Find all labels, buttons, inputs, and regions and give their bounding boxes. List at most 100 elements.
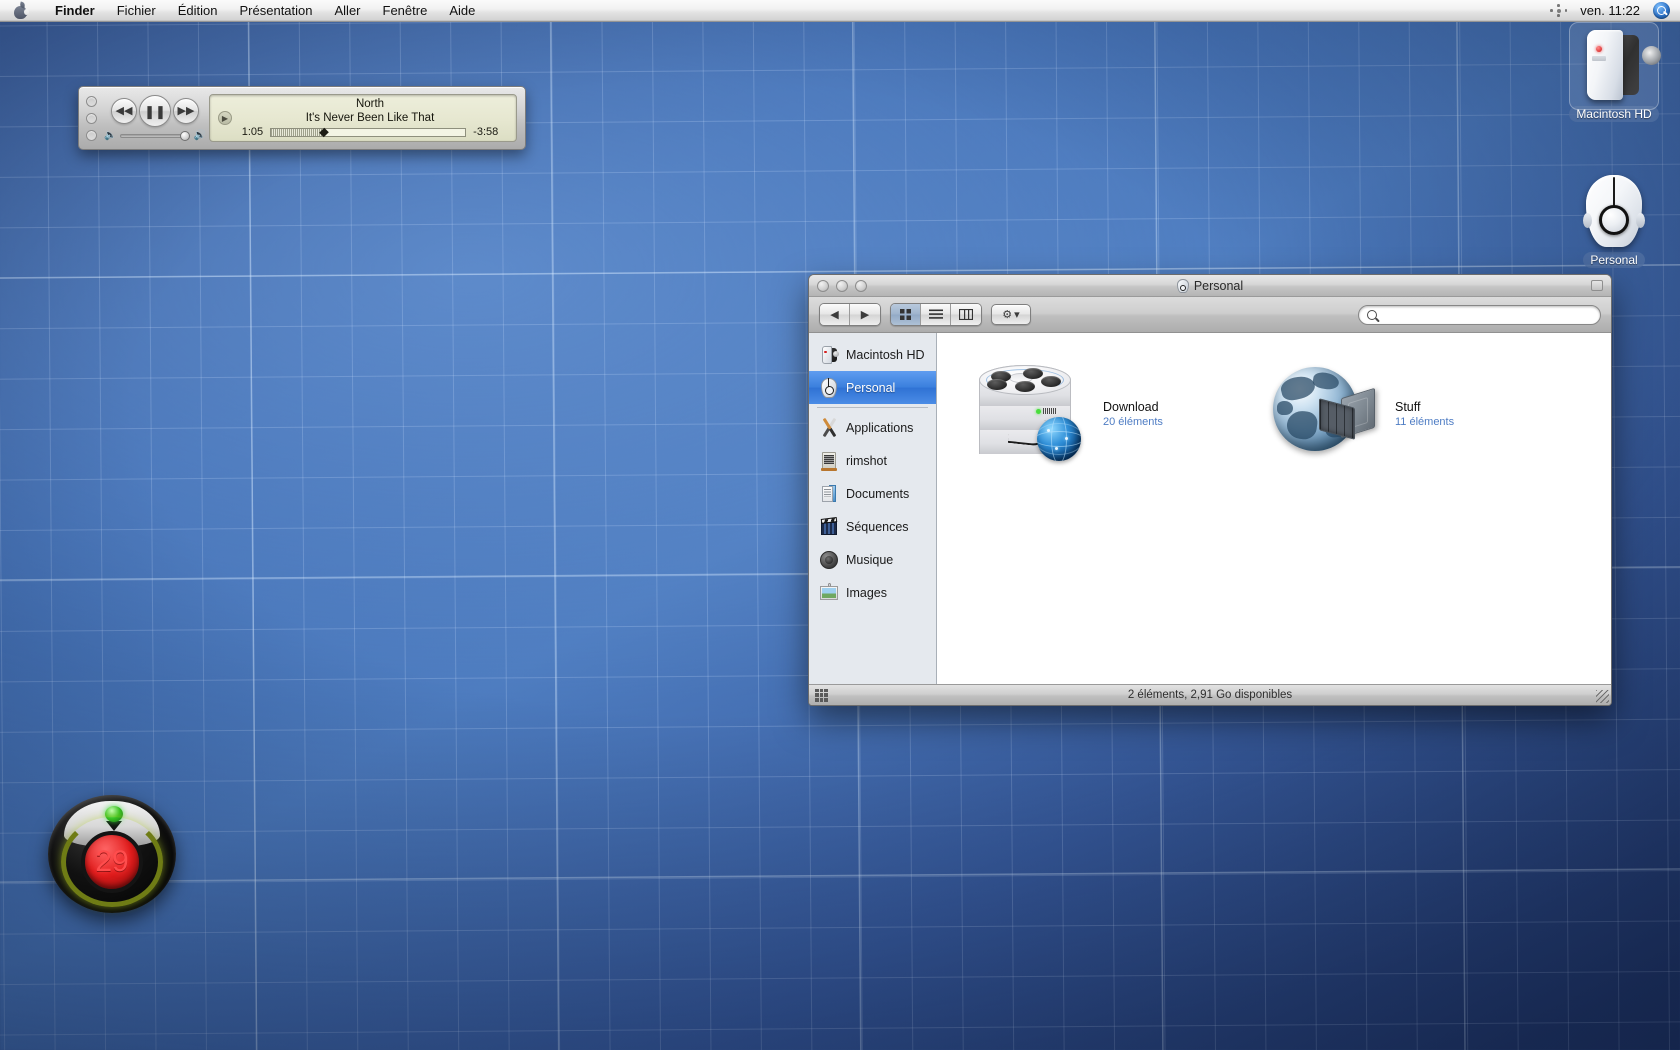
apple-menu-icon[interactable] — [13, 1, 29, 19]
view-as-list-button[interactable] — [921, 304, 951, 325]
menu-item-fichier[interactable]: Fichier — [106, 0, 167, 22]
search-icon — [1367, 309, 1377, 320]
list-item[interactable]: Stuff 11 éléments — [1267, 359, 1454, 469]
globe-open-box-icon — [1267, 359, 1387, 469]
menu-bar-status-area: ven. 11:22 — [1550, 2, 1680, 19]
itunes-close-button[interactable] — [86, 95, 97, 107]
menu-item-presentation[interactable]: Présentation — [229, 0, 324, 22]
pause-icon[interactable]: ❚❚ — [139, 95, 171, 127]
sidebar-item-documents[interactable]: Documents — [809, 477, 936, 510]
sidebar-item-label: Personal — [846, 380, 896, 395]
window-controls[interactable] — [809, 279, 867, 292]
zoom-button[interactable] — [855, 279, 867, 292]
close-button[interactable] — [817, 279, 829, 292]
status-text: 2 éléments, 2,91 Go disponibles — [1127, 689, 1293, 701]
finder-titlebar[interactable]: Personal — [809, 275, 1611, 297]
gear-icon: ⚙ — [1002, 309, 1013, 321]
sidebar-item-label: rimshot — [846, 453, 887, 468]
itunes-mini-player[interactable]: ◀◀ ❚❚ ▶▶ 🔈 🔊 ▶ North It's Never Been Lik… — [78, 86, 526, 150]
itunes-progress-fill — [271, 128, 324, 136]
window-resize-grip[interactable] — [1596, 690, 1609, 703]
action-menu-button[interactable]: ⚙ ▾ — [991, 304, 1031, 325]
menu-item-aller[interactable]: Aller — [324, 0, 372, 22]
desktop-icon-macintosh-hd[interactable]: Macintosh HD — [1562, 22, 1666, 123]
music-icon — [819, 550, 839, 570]
sidebar-item-personal[interactable]: Personal — [809, 371, 936, 404]
finder-window[interactable]: Personal ◀ ▶ ⚙ ▾ Macintosh HD Personal A… — [808, 274, 1612, 706]
itunes-zoom-button[interactable] — [86, 129, 97, 141]
itunes-controls: ◀◀ ❚❚ ▶▶ 🔈 🔊 — [101, 95, 209, 141]
pause-glyph: ❚❚ — [144, 103, 166, 119]
spotlight-search-icon[interactable] — [1653, 2, 1670, 19]
list-icon — [928, 309, 943, 319]
sidebar-item-musique[interactable]: Musique — [809, 543, 936, 576]
desktop-icon-label[interactable]: Personal — [1583, 252, 1645, 268]
itunes-progress-track[interactable] — [270, 127, 467, 137]
menu-item-edition[interactable]: Édition — [167, 0, 229, 22]
menu-bar: Finder Fichier Édition Présentation Alle… — [0, 0, 1680, 22]
finder-sidebar[interactable]: Macintosh HD Personal Applications rimsh… — [809, 333, 937, 684]
view-as-columns-button[interactable] — [951, 304, 981, 325]
countdown-timer-widget[interactable]: 29 — [48, 795, 176, 913]
view-as-icons-button[interactable] — [891, 304, 921, 325]
pictures-icon — [819, 582, 839, 603]
finder-content-area[interactable]: Download 20 éléments Stuff 11 éléments — [937, 333, 1611, 684]
itunes-minimize-button[interactable] — [86, 112, 97, 124]
chevron-down-icon: ▾ — [1014, 309, 1020, 321]
desktop-icon-personal[interactable]: Personal — [1562, 172, 1666, 269]
itunes-remaining-time: -3:58 — [473, 126, 499, 138]
menu-item-finder[interactable]: Finder — [44, 0, 106, 22]
sidebar-item-label: Séquences — [846, 519, 909, 534]
server-stack-globe-icon — [975, 359, 1095, 469]
finder-toolbar[interactable]: ◀ ▶ ⚙ ▾ — [809, 297, 1611, 333]
list-item[interactable]: Download 20 éléments — [975, 359, 1163, 469]
sidebar-item-applications[interactable]: Applications — [809, 411, 936, 444]
volume-low-icon: 🔈 — [104, 130, 117, 141]
columns-icon — [959, 309, 973, 320]
sidebar-item-label: Applications — [846, 420, 914, 435]
finder-body: Macintosh HD Personal Applications rimsh… — [809, 333, 1611, 684]
rewind-glyph: ◀◀ — [115, 104, 133, 117]
itunes-scrubber[interactable]: 1:05 -3:58 — [232, 126, 508, 138]
menu-item-aide[interactable]: Aide — [438, 0, 486, 22]
grid-icon — [900, 309, 911, 320]
itunes-transport: ◀◀ ❚❚ ▶▶ — [111, 95, 199, 127]
minimize-button[interactable] — [836, 279, 848, 292]
view-mode-buttons[interactable] — [890, 303, 982, 326]
sidebar-separator — [817, 407, 928, 408]
personal-home-icon — [1575, 172, 1653, 250]
applications-icon — [819, 417, 839, 438]
forward-button[interactable]: ▶ — [850, 304, 880, 325]
sidebar-item-sequences[interactable]: Séquences — [809, 510, 936, 543]
grid-view-icon[interactable] — [815, 688, 828, 702]
menu-bar-clock[interactable]: ven. 11:22 — [1580, 3, 1640, 18]
toolbar-toggle-button[interactable] — [1591, 280, 1603, 291]
rewind-icon[interactable]: ◀◀ — [111, 98, 137, 124]
menu-item-fenetre[interactable]: Fenêtre — [372, 0, 439, 22]
personal-home-icon — [1176, 278, 1189, 293]
itunes-source-icon[interactable]: ▶ — [218, 111, 232, 125]
volume-knob[interactable] — [179, 131, 190, 141]
timer-display[interactable]: 29 — [81, 831, 143, 893]
sidebar-item-label: Images — [846, 585, 887, 600]
sidebar-item-rimshot[interactable]: rimshot — [809, 444, 936, 477]
search-input[interactable] — [1358, 304, 1601, 325]
item-name[interactable]: Download — [1103, 400, 1163, 415]
itunes-elapsed-time: 1:05 — [241, 126, 264, 138]
navigation-buttons[interactable]: ◀ ▶ — [819, 303, 881, 326]
sidebar-item-macintosh-hd[interactable]: Macintosh HD — [809, 338, 936, 371]
item-count: 11 éléments — [1395, 415, 1455, 428]
forward-icon[interactable]: ▶▶ — [173, 98, 199, 124]
back-button[interactable]: ◀ — [820, 304, 850, 325]
itunes-display[interactable]: ▶ North It's Never Been Like That 1:05 -… — [209, 94, 517, 142]
itunes-now-playing: North It's Never Been Like That 1:05 -3:… — [232, 98, 508, 138]
itunes-window-buttons[interactable] — [79, 95, 101, 141]
itunes-volume-slider[interactable]: 🔈 🔊 — [104, 130, 206, 141]
sidebar-item-images[interactable]: Images — [809, 576, 936, 609]
expose-icon[interactable] — [1550, 4, 1568, 17]
item-name[interactable]: Stuff — [1395, 400, 1454, 415]
documents-icon — [819, 484, 839, 504]
itunes-artist: North — [355, 98, 385, 110]
volume-track[interactable] — [120, 131, 190, 141]
page-title: Personal — [1193, 278, 1244, 293]
